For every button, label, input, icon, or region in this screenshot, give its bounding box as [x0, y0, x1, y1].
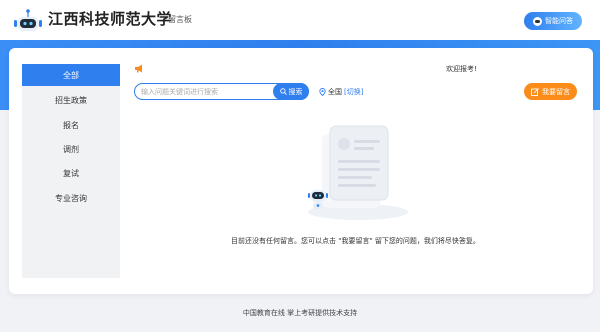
sidebar-item-adjust[interactable]: 调剂 — [22, 138, 120, 160]
sidebar-item-label: 调剂 — [63, 144, 79, 154]
location-selector[interactable]: 全国 [切换] — [319, 87, 363, 97]
footer-text: 中国教育在线 掌上考研提供技术支持 — [242, 309, 358, 317]
sidebar-item-label: 招生政策 — [55, 95, 87, 105]
sidebar-item-label: 全部 — [63, 70, 79, 80]
smart-qa-button[interactable]: 智能问答 — [524, 12, 582, 30]
search-icon — [279, 88, 287, 95]
empty-state-illustration — [308, 125, 408, 220]
sidebar-item-retest[interactable]: 复试 — [22, 162, 120, 184]
sidebar-item-all[interactable]: 全部 — [22, 64, 120, 86]
empty-state-message: 目前还没有任何留言。您可以点击 "我要留言" 留下您的问题，我们将尽快答复。 — [231, 237, 480, 245]
board-label: 留言板 — [168, 15, 192, 24]
robot-icon — [533, 16, 542, 26]
search-button-label: 搜索 — [288, 87, 303, 96]
site-title: 江西科技师范大学 — [48, 10, 173, 28]
megaphone-icon — [135, 64, 142, 73]
search-button[interactable]: 搜索 — [273, 83, 309, 100]
search-input[interactable]: 输入问题关键词进行搜索 — [141, 87, 218, 97]
category-sidebar: 全部 招生政策 报名 调剂 复试 专业咨询 — [22, 64, 120, 278]
sidebar-item-register[interactable]: 报名 — [22, 114, 120, 136]
location-value: 全国 — [328, 88, 342, 96]
sidebar-item-major[interactable]: 专业咨询 — [22, 187, 120, 209]
sidebar-item-label: 专业咨询 — [55, 193, 87, 203]
welcome-text: 欢迎报考! — [446, 65, 477, 73]
sidebar-item-label: 复试 — [63, 168, 79, 178]
sidebar-item-label: 报名 — [63, 120, 79, 130]
sidebar-item-policy[interactable]: 招生政策 — [22, 89, 120, 111]
search-box[interactable]: 输入问题关键词进行搜索 搜索 — [134, 83, 309, 100]
leave-message-button[interactable]: 我要留言 — [524, 83, 577, 100]
robot-logo-icon — [14, 9, 42, 31]
leave-message-label: 我要留言 — [542, 87, 570, 96]
location-switch-link[interactable]: [切换] — [344, 87, 363, 97]
edit-icon — [531, 87, 539, 96]
smart-qa-label: 智能问答 — [545, 17, 573, 25]
location-pin-icon — [319, 88, 326, 96]
